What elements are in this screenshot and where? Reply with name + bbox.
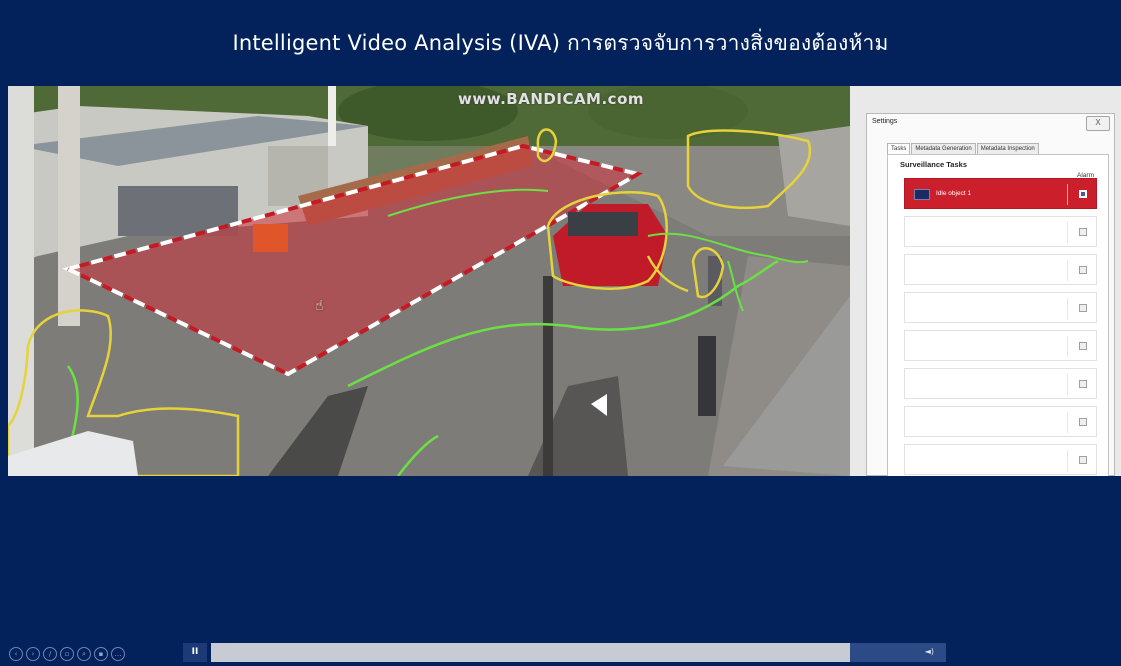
previous-icon[interactable]: ‹: [9, 647, 23, 661]
tab-tasks[interactable]: Tasks: [887, 143, 911, 154]
settings-title: Settings: [872, 118, 898, 125]
task-row[interactable]: [904, 216, 1097, 247]
row-divider: [1067, 374, 1068, 395]
task-row[interactable]: [904, 330, 1097, 361]
row-divider: [1067, 222, 1068, 243]
task-name: Idle object 1: [936, 190, 972, 197]
more-icon[interactable]: …: [111, 647, 125, 661]
hand-cursor-icon: ☝: [315, 298, 324, 314]
zoom-icon[interactable]: ⌕: [77, 647, 91, 661]
row-divider: [1067, 336, 1068, 357]
row-divider: [1067, 412, 1068, 433]
pen-icon[interactable]: /: [43, 647, 57, 661]
camera-scene: [8, 86, 850, 476]
task-row[interactable]: Idle object 1: [904, 178, 1097, 209]
title-bar: Intelligent Video Analysis (IVA) การตรวจ…: [0, 0, 1121, 86]
volume-icon[interactable]: ◄): [925, 647, 934, 656]
close-button[interactable]: X: [1086, 116, 1110, 131]
task-row[interactable]: [904, 254, 1097, 285]
alarm-checkbox[interactable]: [1079, 266, 1087, 274]
page-title: Intelligent Video Analysis (IVA) การตรวจ…: [232, 30, 889, 55]
task-row[interactable]: [904, 368, 1097, 399]
row-divider: [1067, 260, 1068, 281]
alarm-checkbox[interactable]: [1079, 190, 1087, 198]
grid-icon[interactable]: ▪: [94, 647, 108, 661]
alarm-checkbox[interactable]: [1079, 228, 1087, 236]
watermark: www.BANDICAM.com: [458, 90, 645, 108]
next-icon[interactable]: ›: [26, 647, 40, 661]
settings-window: Settings X Tasks Metadata Generation Met…: [866, 113, 1115, 476]
slideshow-controls: ‹ › / ▫ ⌕ ▪ …: [9, 647, 125, 661]
tasks-panel: Surveillance Tasks Alarm Idle object 1: [887, 154, 1109, 476]
task-icon: [914, 189, 930, 200]
alarm-checkbox[interactable]: [1079, 456, 1087, 464]
alarm-checkbox[interactable]: [1079, 418, 1087, 426]
section-title: Surveillance Tasks: [900, 160, 967, 169]
pause-button[interactable]: II: [183, 643, 207, 662]
video-frame[interactable]: www.BANDICAM.com ☝: [8, 86, 850, 476]
row-divider: [1067, 184, 1068, 205]
settings-tabs: Tasks Metadata Generation Metadata Inspe…: [887, 143, 1040, 154]
tab-metadata-inspection[interactable]: Metadata Inspection: [976, 143, 1039, 154]
tab-metadata-generation[interactable]: Metadata Generation: [911, 143, 976, 154]
alarm-checkbox[interactable]: [1079, 304, 1087, 312]
row-divider: [1067, 450, 1068, 471]
task-row[interactable]: [904, 292, 1097, 323]
seek-progress: [211, 643, 851, 662]
alarm-checkbox[interactable]: [1079, 380, 1087, 388]
slides-icon[interactable]: ▫: [60, 647, 74, 661]
task-row[interactable]: [904, 444, 1097, 475]
alarm-checkbox[interactable]: [1079, 342, 1087, 350]
task-row[interactable]: [904, 406, 1097, 437]
seek-bar[interactable]: ◄): [211, 643, 946, 662]
row-divider: [1067, 298, 1068, 319]
media-stage: www.BANDICAM.com ☝ Settings X Tasks Meta…: [8, 86, 1121, 476]
